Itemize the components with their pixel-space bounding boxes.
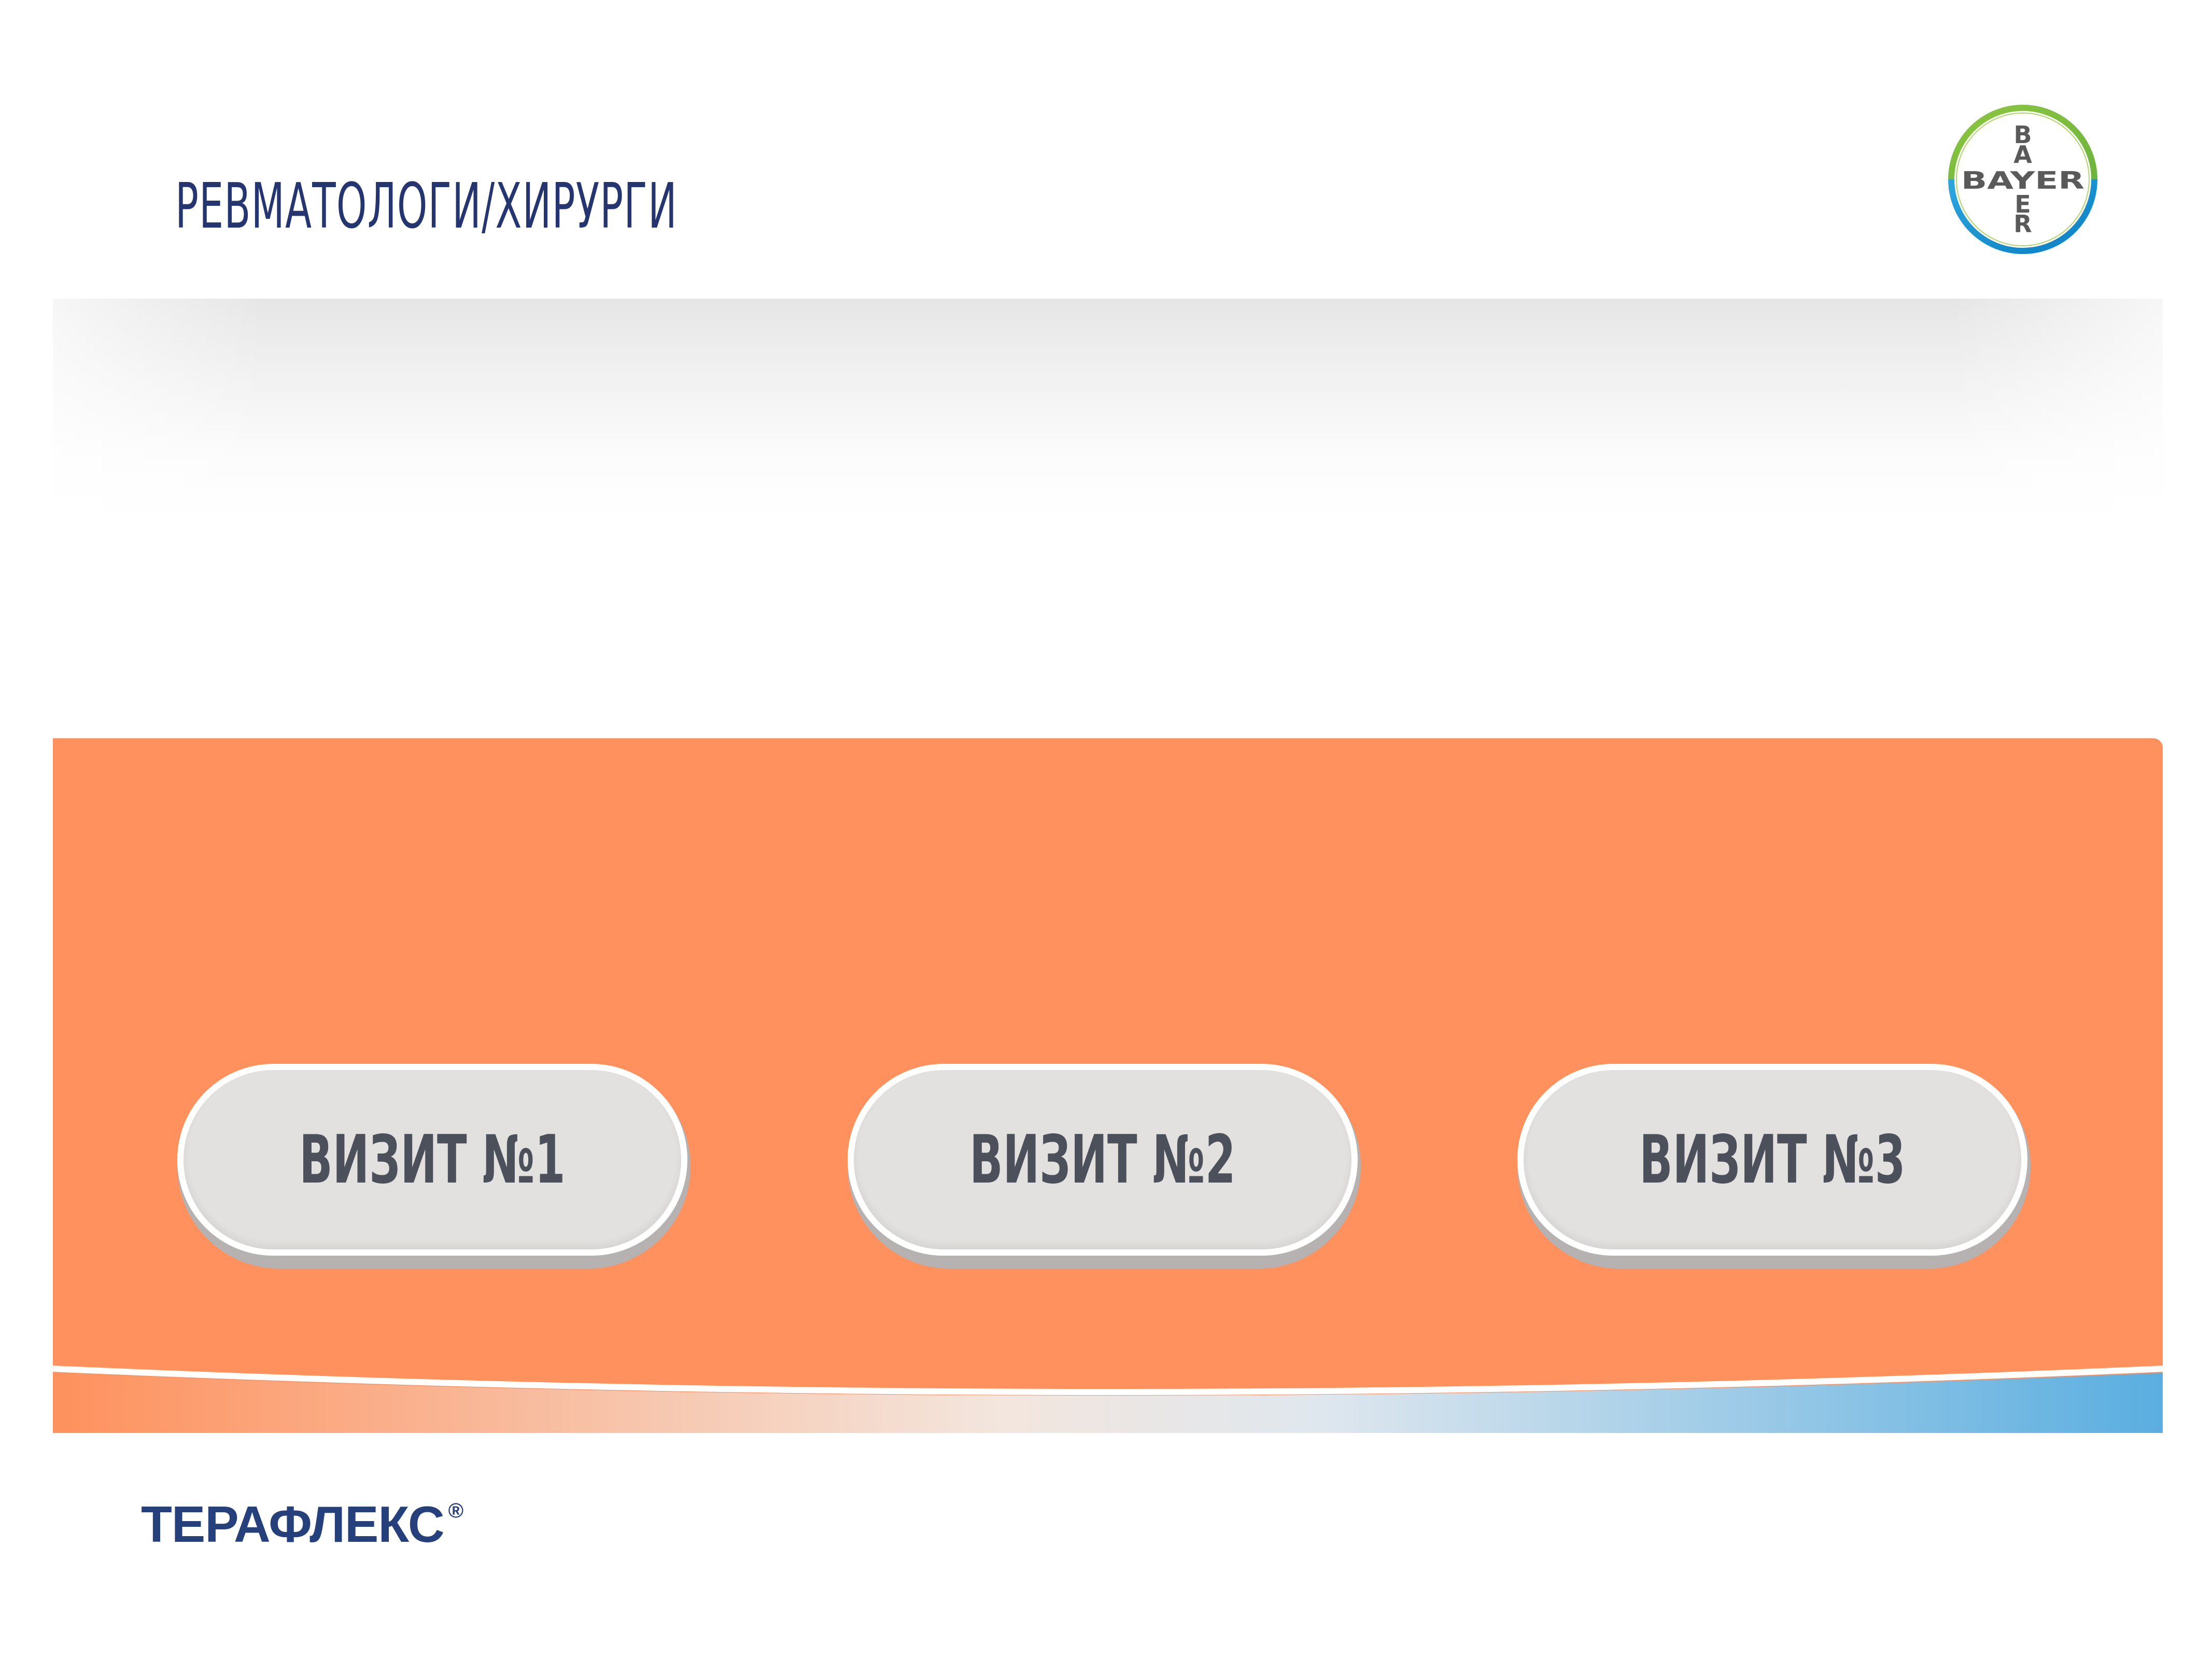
visit-1-button-face[interactable]: ВИЗИТ №1 (177, 1064, 687, 1256)
page-title: РЕВМАТОЛОГИ/ХИРУРГИ (175, 170, 678, 243)
visit-3-button-face[interactable]: ВИЗИТ №3 (1517, 1064, 2027, 1256)
visit-3-button[interactable]: ВИЗИТ №3 (1517, 1064, 2031, 1269)
teraflex-logo: ТЕРАФЛЕКС ® (141, 1493, 463, 1555)
slide: РЕВМАТОЛОГИ/ХИРУРГИ B A BAYER E R ВИЗИТ … (0, 0, 2212, 1659)
brand-name: ТЕРАФЛЕКС (141, 1496, 445, 1553)
logo-letter: A (2013, 140, 2032, 168)
visit-2-button-face[interactable]: ВИЗИТ №2 (848, 1064, 1358, 1256)
visit-1-label: ВИЗИТ №1 (299, 1121, 566, 1199)
bayer-cross-icon: B A BAYER E R (1948, 105, 2097, 254)
visit-1-button[interactable]: ВИЗИТ №1 (177, 1064, 691, 1269)
registered-mark: ® (448, 1499, 464, 1522)
header-shadow-band (53, 299, 2163, 516)
bayer-logo: B A BAYER E R (1945, 102, 2101, 257)
logo-letter: R (2013, 210, 2032, 238)
visit-2-button[interactable]: ВИЗИТ №2 (848, 1064, 1361, 1269)
visit-3-label: ВИЗИТ №3 (1639, 1121, 1906, 1199)
visit-2-label: ВИЗИТ №2 (969, 1121, 1236, 1199)
